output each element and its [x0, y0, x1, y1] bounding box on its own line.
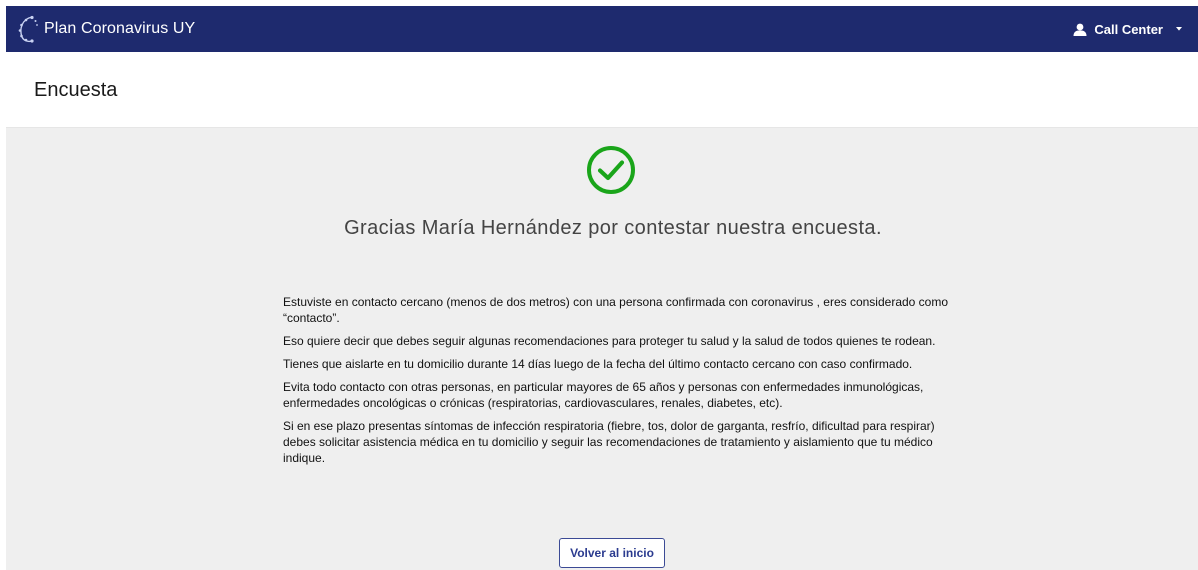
user-icon — [1073, 23, 1087, 36]
user-menu[interactable]: Call Center — [1073, 22, 1184, 37]
top-navbar: Plan Coronavirus UY Call Center — [6, 6, 1198, 52]
page-header: Encuesta — [6, 52, 1198, 128]
recommendation-paragraph: Evita todo contacto con otras personas, … — [283, 380, 924, 410]
confirmation-panel: Gracias María Hernández por contestar nu… — [6, 128, 1198, 570]
recommendation-paragraph: Tienes que aislarte en tu domicilio dura… — [283, 357, 913, 371]
app-title: Plan Coronavirus UY — [44, 20, 196, 37]
recommendation-paragraph: Estuviste en contacto cercano (menos de … — [283, 295, 949, 325]
recommendations-text: Estuviste en contacto cercano (menos de … — [283, 294, 953, 473]
recommendation-paragraph: Si en ese plazo presentas síntomas de in… — [283, 419, 935, 465]
caret-down-icon — [1176, 27, 1182, 31]
thank-you-message: Gracias María Hernández por contestar nu… — [344, 217, 882, 239]
page-title: Encuesta — [34, 79, 118, 101]
back-home-button[interactable]: Volver al inicio — [559, 538, 665, 568]
recommendation-paragraph: Eso quiere decir que debes seguir alguna… — [283, 334, 936, 348]
virus-logo-icon — [18, 15, 38, 43]
check-circle-icon — [587, 146, 635, 194]
user-label: Call Center — [1094, 21, 1163, 37]
brand[interactable]: Plan Coronavirus UY — [16, 15, 195, 43]
